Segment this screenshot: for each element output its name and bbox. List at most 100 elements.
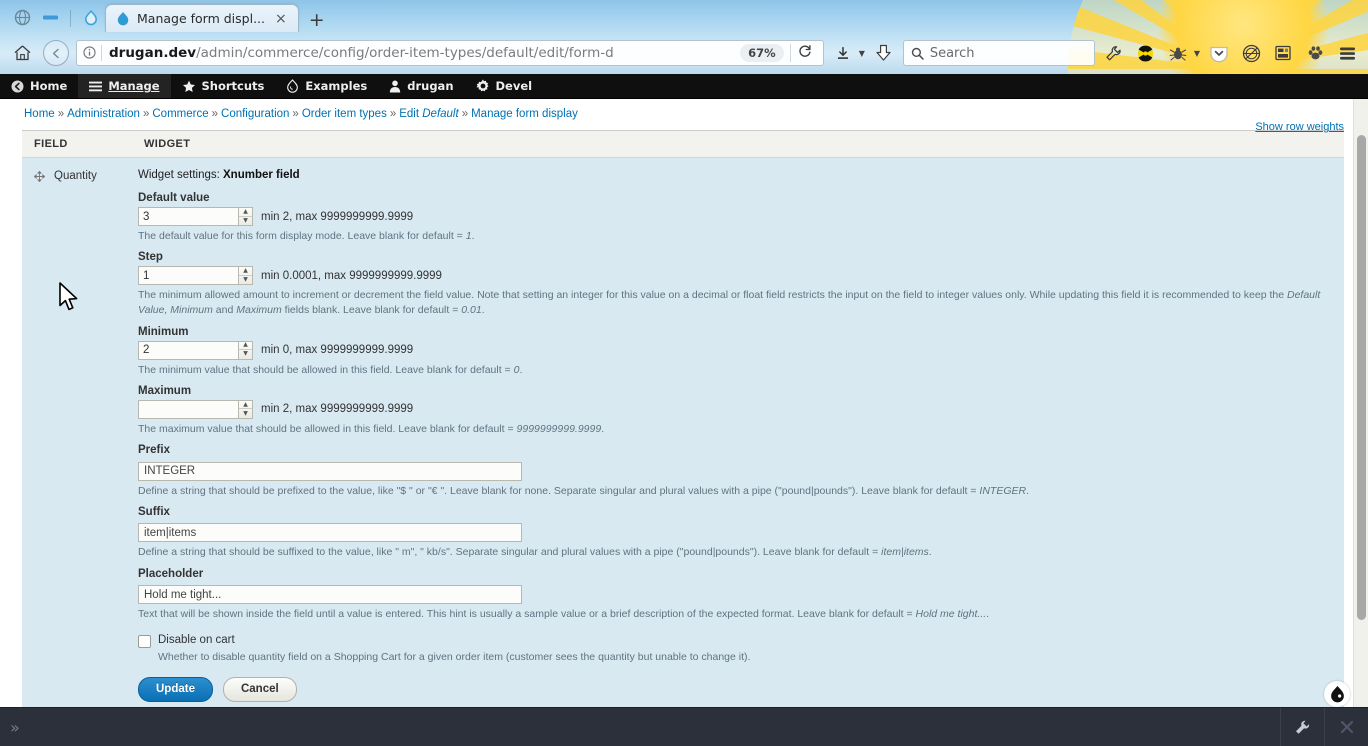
- sidebar-item-manage[interactable]: Manage: [78, 74, 171, 98]
- suffix-input[interactable]: [138, 523, 522, 543]
- radioactive-icon[interactable]: [1133, 40, 1159, 66]
- caret-down-icon-2[interactable]: ▼: [1194, 49, 1200, 58]
- tab-favicon-drupal-drop-icon: [116, 11, 130, 26]
- download-arrow-icon[interactable]: [871, 40, 897, 66]
- desc-after: .: [601, 422, 605, 435]
- expand-chevron-icon[interactable]: »: [0, 718, 28, 737]
- spinner-down-icon[interactable]: ▼: [239, 409, 252, 418]
- default-value-stepper[interactable]: ▲▼: [138, 207, 253, 226]
- search-placeholder: Search: [929, 45, 975, 61]
- desc-em: Hold me tight...: [915, 608, 987, 621]
- spinner-down-icon[interactable]: ▼: [239, 217, 252, 226]
- disable-on-cart-label: Disable on cart: [158, 634, 235, 647]
- placeholder-input[interactable]: [138, 585, 522, 605]
- desc-text: Define a string that should be suffixed …: [138, 546, 882, 559]
- globe-tool-icon[interactable]: [1238, 40, 1264, 66]
- sidebar-item-home[interactable]: Home: [0, 74, 78, 98]
- label-default-value: Default value: [138, 192, 210, 204]
- bug-icon[interactable]: [1165, 40, 1191, 66]
- hamburger-menu-icon[interactable]: [1334, 40, 1360, 66]
- desc-text: The minimum allowed amount to increment …: [138, 289, 1287, 302]
- spinner-up-icon[interactable]: ▲: [239, 208, 252, 217]
- minimum-stepper[interactable]: ▲▼: [138, 340, 253, 360]
- prefix-input[interactable]: [138, 461, 522, 481]
- close-icon[interactable]: [1324, 708, 1368, 746]
- desc-text: The maximum value that should be allowed…: [138, 422, 517, 435]
- wrench-icon[interactable]: [1280, 708, 1324, 746]
- spinner-up-icon[interactable]: ▲: [239, 267, 252, 276]
- description-placeholder: Text that will be shown inside the field…: [138, 607, 1336, 622]
- show-row-weights-link[interactable]: Show row weights: [1255, 121, 1344, 133]
- step-stepper[interactable]: ▲▼: [138, 266, 253, 286]
- caret-down-icon[interactable]: ▼: [859, 49, 865, 58]
- breadcrumb-item-order-item-types[interactable]: Order item types: [302, 108, 387, 120]
- spinner-down-icon[interactable]: ▼: [239, 276, 252, 285]
- paw-icon[interactable]: [1302, 40, 1328, 66]
- description-step: The minimum allowed amount to increment …: [138, 288, 1336, 318]
- spinner-minimum[interactable]: ▲ ▼: [238, 340, 253, 360]
- drag-handle-icon[interactable]: [33, 170, 46, 184]
- label-prefix: Prefix: [138, 444, 170, 457]
- step-input[interactable]: [138, 266, 238, 286]
- sidebar-item-devel[interactable]: Devel: [465, 74, 544, 98]
- spinner-up-icon[interactable]: ▲: [239, 342, 252, 351]
- cancel-button[interactable]: Cancel: [222, 677, 297, 702]
- spinner-default-value[interactable]: ▲ ▼: [238, 207, 253, 226]
- search-input[interactable]: Search: [902, 40, 1095, 66]
- update-button[interactable]: Update: [138, 677, 213, 702]
- close-icon[interactable]: ×: [272, 12, 290, 26]
- floating-drupal-badge[interactable]: [1324, 681, 1350, 707]
- info-icon[interactable]: [83, 45, 96, 61]
- description-minimum: The minimum value that should be allowed…: [138, 363, 1336, 378]
- zoom-level-badge[interactable]: 67%: [740, 44, 784, 62]
- desc-after: .: [471, 230, 475, 242]
- spinner-up-icon[interactable]: ▲: [239, 401, 252, 410]
- minimum-input[interactable]: [138, 340, 238, 360]
- url-path: /admin/commerce/config/order-item-types/…: [196, 45, 614, 61]
- sidebar-item-shortcuts[interactable]: Shortcuts: [171, 74, 276, 98]
- new-tab-button[interactable]: +: [299, 11, 335, 32]
- globe-icon[interactable]: [9, 4, 35, 30]
- form-group-maximum: Maximum ▲ ▼ min 2, max 9999999999.9999 T…: [138, 385, 1336, 437]
- search-icon: [911, 47, 924, 60]
- download-icon[interactable]: [830, 40, 856, 66]
- breadcrumb-item-home[interactable]: Home: [24, 108, 55, 120]
- label-minimum: Minimum: [138, 325, 189, 338]
- desc-after: .: [928, 546, 932, 559]
- maximum-stepper[interactable]: ▲ ▼: [138, 399, 253, 419]
- breadcrumb-item-commerce[interactable]: Commerce: [152, 108, 208, 120]
- url-bar[interactable]: drugan.dev/admin/commerce/config/order-i…: [76, 40, 824, 66]
- breadcrumb-item-manage-form-display[interactable]: Manage form display: [471, 108, 578, 120]
- disable-on-cart-checkbox[interactable]: [138, 635, 151, 649]
- pocket-icon[interactable]: [1206, 40, 1232, 66]
- default-value-input[interactable]: [138, 207, 238, 226]
- table-row: Quantity Widget settings: Xnumber field …: [22, 157, 1344, 707]
- home-icon[interactable]: [8, 39, 36, 67]
- field-name-cell: Quantity: [22, 157, 132, 707]
- maximum-input[interactable]: [138, 399, 238, 419]
- field-display-table-wrapper: FIELD WIDGET Quantity Widget settings: X…: [22, 130, 1344, 707]
- reload-icon[interactable]: [791, 44, 819, 62]
- sidebar-item-user[interactable]: drugan: [378, 74, 464, 98]
- form-fill-icon[interactable]: [1270, 40, 1296, 66]
- form-group-placeholder: Placeholder Text that will be shown insi…: [138, 568, 1336, 623]
- breadcrumb-item-edit-default[interactable]: Edit Default: [399, 108, 458, 120]
- page-scrollbar[interactable]: [1353, 99, 1368, 707]
- spinner-maximum[interactable]: ▲ ▼: [238, 399, 253, 419]
- form-actions: Update Cancel: [138, 677, 1336, 703]
- wrench-icon[interactable]: [1101, 40, 1127, 66]
- spinner-step[interactable]: ▲ ▼: [238, 266, 253, 286]
- scrollbar-thumb[interactable]: [1357, 135, 1366, 620]
- breadcrumb-item-configuration[interactable]: Configuration: [221, 108, 289, 120]
- minimize-icon[interactable]: [37, 4, 63, 30]
- gear-icon: [475, 79, 490, 93]
- browser-tab-active[interactable]: Manage form displ... ×: [105, 4, 299, 32]
- drupal-drop-icon[interactable]: [78, 4, 104, 30]
- minimum-row: ▲▼ min 0, max 9999999999.9999: [138, 340, 1336, 360]
- breadcrumb-item-administration[interactable]: Administration: [67, 108, 140, 120]
- back-button[interactable]: [42, 39, 70, 67]
- desc-text: The default value for this form display …: [138, 230, 466, 242]
- sidebar-item-examples[interactable]: Examples: [275, 74, 378, 98]
- spinner-down-icon[interactable]: ▼: [239, 350, 252, 359]
- description-maximum: The maximum value that should be allowed…: [138, 422, 1336, 437]
